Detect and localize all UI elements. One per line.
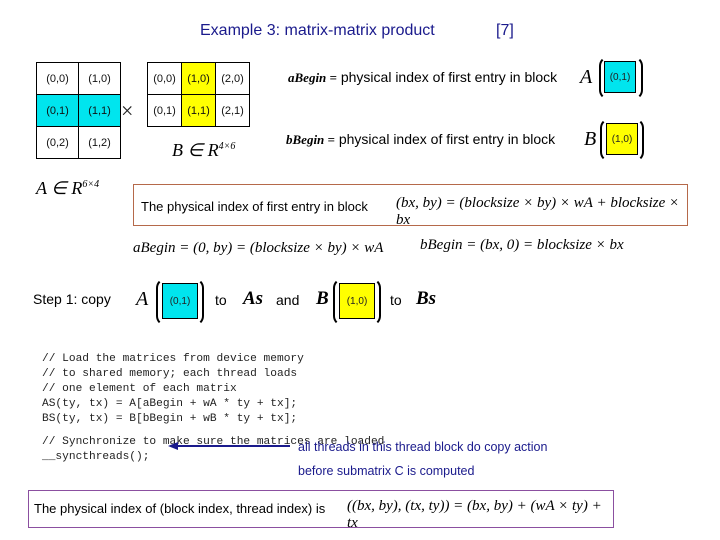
matrix-a-row: (0,2) (1,2) (36, 126, 121, 159)
step1-matrix-a: A (136, 288, 149, 310)
multiply-operator: × (121, 98, 134, 123)
matrix-a-cell: (0,0) (36, 62, 79, 95)
first-entry-formula: (bx, by) = (blocksize × by) × wA + block… (396, 195, 680, 228)
annotation-line-2: before submatrix C is computed (298, 464, 475, 478)
code-block: // Load the matrices from device memory /… (42, 337, 384, 480)
step1-block-b: (1,0) (339, 283, 375, 319)
code-line: BS(ty, tx) = B[bBegin + wB * ty + tx]; (42, 413, 298, 425)
thread-index-text: The physical index of (block index, thre… (34, 501, 326, 516)
matrix-b-cell: (0,1) (147, 94, 182, 127)
bbegin-block: (1,0) (606, 123, 638, 155)
matrix-a-cell: (1,1) (78, 94, 121, 127)
abegin-text: physical index of first entry in block (340, 69, 558, 85)
abegin-block: (0,1) (604, 61, 636, 93)
bbegin-matrix-symbol: B (584, 128, 597, 150)
bbegin-label: bBegin = (286, 132, 335, 147)
code-line: // to shared memory; each thread loads (42, 368, 298, 380)
reference-tag: [7] (496, 22, 514, 39)
bbegin-definition: bBegin = physical index of first entry i… (286, 131, 555, 148)
matrix-a-row-highlighted: (0,1) (1,1) (36, 94, 121, 127)
matrix-a-set-label: A ∈ R6×4 (36, 178, 99, 199)
thread-index-formula: ((bx, by), (tx, ty)) = (bx, by) + (wA × … (347, 498, 602, 531)
bbegin-text: physical index of first entry in block (338, 131, 556, 147)
matrix-b-set-label: B ∈ R4×6 (172, 140, 235, 161)
first-entry-text: The physical index of first entry in blo… (141, 199, 368, 214)
matrix-b-row: (0,1) (1,1) (2,1) (147, 94, 250, 127)
matrix-a-dims: 6×4 (82, 179, 100, 190)
step1-target-as: As (243, 288, 264, 309)
matrix-a-set-text: A ∈ R (36, 178, 83, 198)
code-line: // Load the matrices from device memory (42, 353, 304, 365)
annotation-line-1: all threads in this thread block do copy… (298, 440, 548, 454)
matrix-b-grid: (0,0) (1,0) (2,0) (0,1) (1,1) (2,1) (147, 62, 250, 127)
thread-index-formula-box: The physical index of (block index, thre… (28, 490, 614, 531)
matrix-a-row: (0,0) (1,0) (36, 62, 121, 95)
abegin-label: aBegin = (288, 70, 337, 85)
code-line: AS(ty, tx) = A[aBegin + wA * ty + tx]; (42, 398, 298, 410)
matrix-b-cell: (2,1) (215, 94, 250, 127)
step1-label: Step 1: copy (33, 291, 111, 307)
matrix-a-grid: (0,0) (1,0) (0,1) (1,1) (0,2) (1,2) (36, 62, 121, 159)
matrix-b-dims: 4×6 (218, 141, 236, 152)
matrix-b-cell: (1,1) (181, 94, 216, 127)
arrow-left-icon (168, 442, 290, 450)
step1-target-bs: Bs (416, 288, 437, 309)
slide-title: Example 3: matrix-matrix product (200, 22, 435, 39)
step1-and: and (276, 292, 300, 308)
matrix-a-cell: (0,2) (36, 126, 79, 159)
matrix-b-set-text: B ∈ R (172, 140, 219, 160)
abegin-matrix-symbol: A (580, 66, 593, 88)
abegin-definition: aBegin = physical index of first entry i… (288, 69, 557, 86)
matrix-b-row: (0,0) (1,0) (2,0) (147, 62, 250, 95)
matrix-a-cell: (0,1) (36, 94, 79, 127)
matrix-a-cell: (1,2) (78, 126, 121, 159)
step1-to-2: to (390, 292, 402, 308)
matrix-b-cell: (0,0) (147, 62, 182, 95)
step1-block-a: (0,1) (162, 283, 198, 319)
matrix-a-cell: (1,0) (78, 62, 121, 95)
bbegin-formula: bBegin = (bx, 0) = blocksize × bx (420, 237, 624, 253)
code-line: // one element of each matrix (42, 383, 237, 395)
step1-to-1: to (215, 292, 227, 308)
step1-matrix-b: B (316, 288, 329, 309)
matrix-b-cell: (2,0) (215, 62, 250, 95)
first-entry-formula-box: The physical index of first entry in blo… (133, 184, 688, 228)
matrix-b-cell: (1,0) (181, 62, 216, 95)
abegin-formula: aBegin = (0, by) = (blocksize × by) × wA (133, 240, 384, 256)
